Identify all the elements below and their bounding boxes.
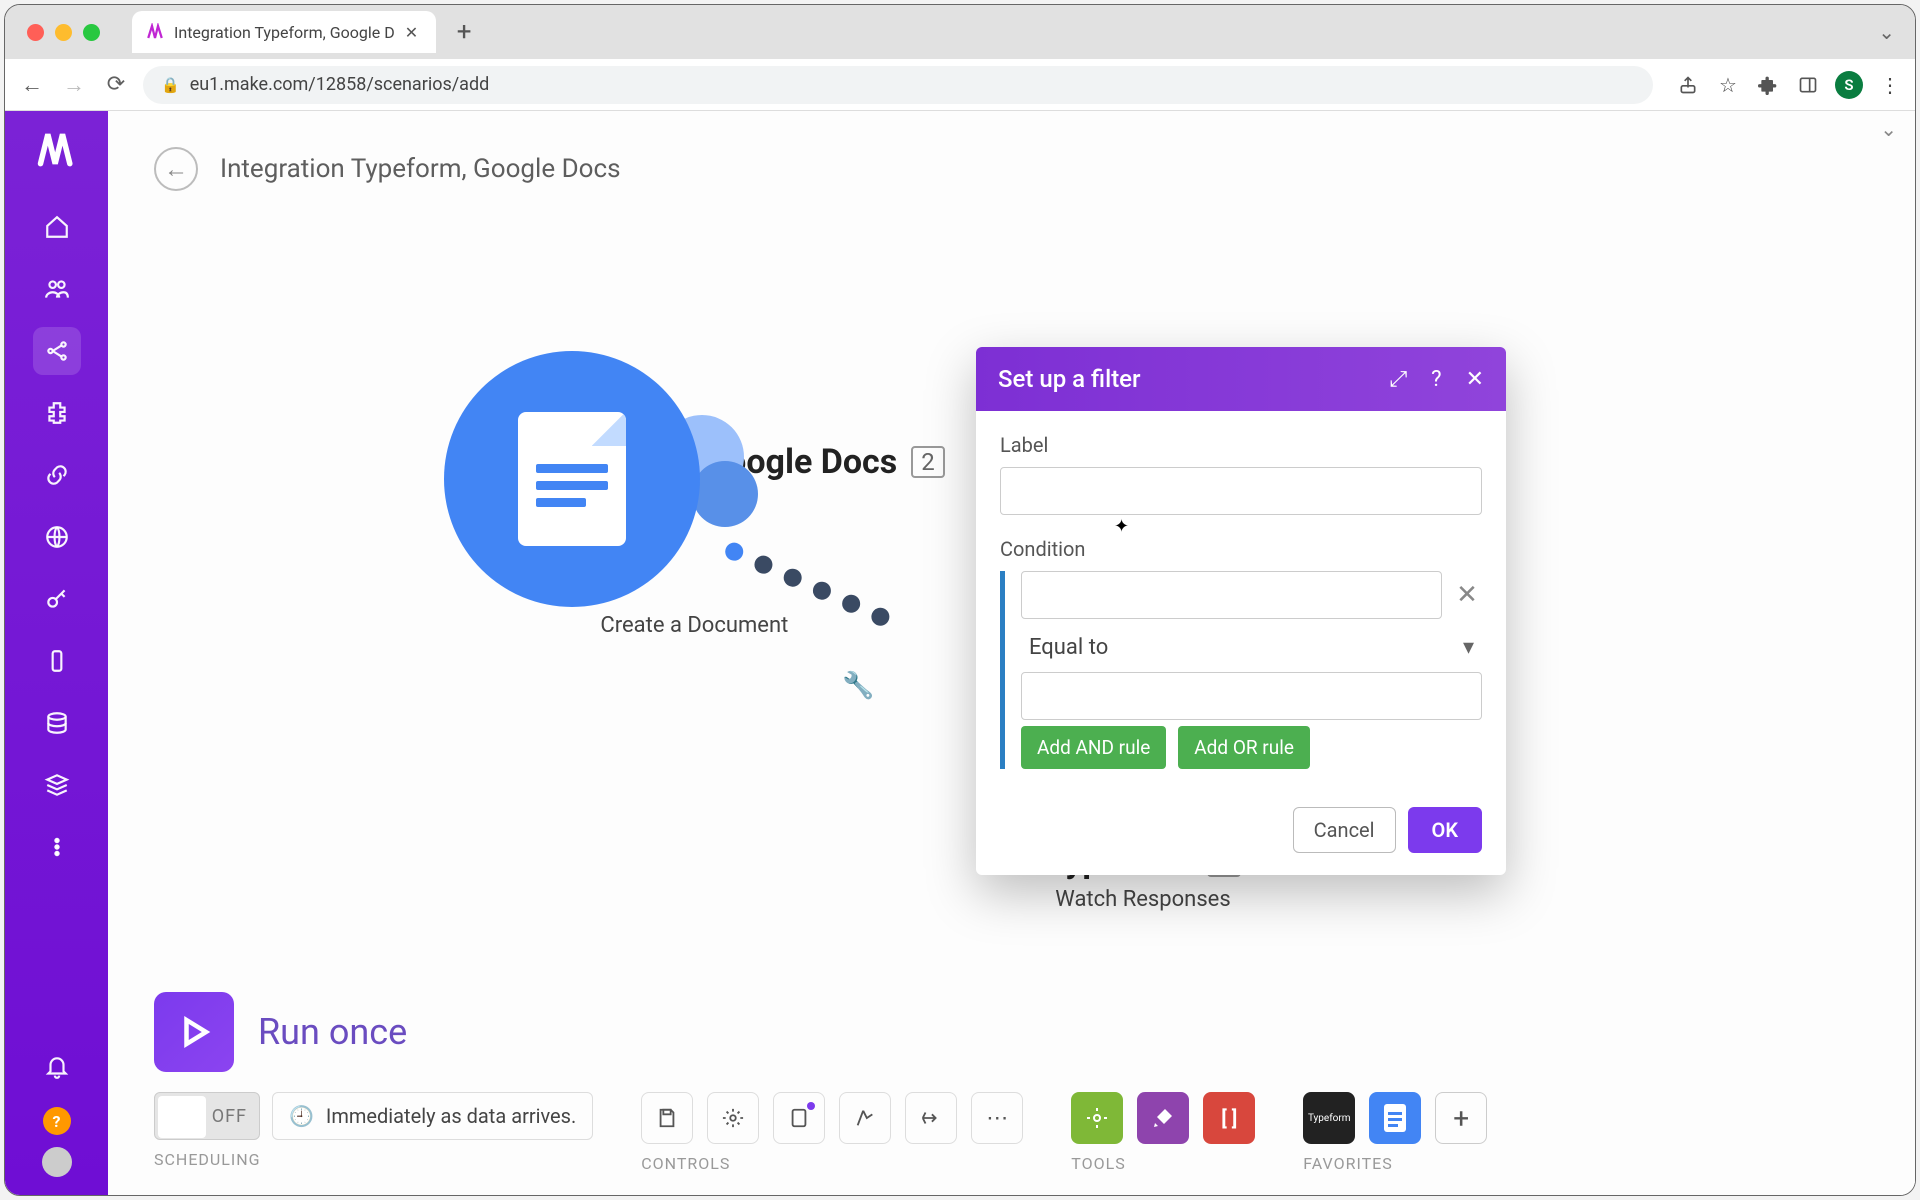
- sidebar-keys-icon[interactable]: [33, 575, 81, 623]
- scheduling-toggle[interactable]: OFF: [154, 1092, 260, 1140]
- favorite-typeform-icon[interactable]: Typeform: [1303, 1092, 1355, 1144]
- condition-left-input[interactable]: [1021, 571, 1442, 619]
- browser-forward-button[interactable]: →: [59, 70, 89, 100]
- tabs-dropdown-icon[interactable]: ⌄: [1878, 20, 1895, 44]
- tool-red-icon[interactable]: [ ]: [1203, 1092, 1255, 1144]
- operator-select[interactable]: Equal to ▾: [1021, 619, 1482, 672]
- share-icon[interactable]: [1675, 72, 1701, 98]
- browser-toolbar: ← → ⟳ 🔒 eu1.make.com/12858/scenarios/add…: [5, 59, 1915, 111]
- run-once-label: Run once: [258, 1011, 407, 1053]
- sidebar-datastores-icon[interactable]: [33, 699, 81, 747]
- notes-icon[interactable]: [773, 1092, 825, 1144]
- sidebar-scenarios-icon[interactable]: [33, 327, 81, 375]
- sidepanel-icon[interactable]: [1795, 72, 1821, 98]
- add-or-rule-button[interactable]: Add OR rule: [1178, 726, 1310, 769]
- more-controls-icon[interactable]: ⋯: [971, 1092, 1023, 1144]
- module-subtitle: Watch Responses: [988, 887, 1298, 912]
- favorites-section-label: FAVORITES: [1303, 1154, 1487, 1173]
- tool-purple-icon[interactable]: [1137, 1092, 1189, 1144]
- help-icon[interactable]: ?: [1431, 367, 1441, 392]
- browser-tab[interactable]: Integration Typeform, Google D ✕: [132, 11, 436, 53]
- make-logo-icon[interactable]: [31, 123, 83, 175]
- module-shadow-icon: [692, 461, 758, 527]
- wrench-icon[interactable]: 🔧: [842, 671, 874, 701]
- make-favicon-icon: [146, 23, 164, 41]
- clock-icon: 🕘: [289, 1104, 314, 1128]
- sidebar-help-icon[interactable]: ?: [43, 1107, 71, 1135]
- save-icon[interactable]: [641, 1092, 693, 1144]
- window-chrome: Integration Typeform, Google D ✕ + ⌄: [5, 5, 1915, 59]
- expand-icon[interactable]: ⤢: [1390, 367, 1408, 392]
- filter-dialog: Set up a filter ⤢ ? ✕ Label Condition: [976, 347, 1506, 875]
- window-close-icon[interactable]: [27, 24, 44, 41]
- label-field-label: Label: [1000, 433, 1482, 457]
- bookmark-star-icon[interactable]: ☆: [1715, 72, 1741, 98]
- bottom-toolbar: Run once OFF 🕘 Immediately as data arriv…: [108, 992, 1915, 1195]
- browser-back-button[interactable]: ←: [17, 70, 47, 100]
- ok-button[interactable]: OK: [1408, 807, 1482, 853]
- sidebar-team-icon[interactable]: [33, 265, 81, 313]
- sidebar-datastructures-icon[interactable]: [33, 761, 81, 809]
- chevron-down-icon: ▾: [1463, 635, 1474, 660]
- add-and-rule-button[interactable]: Add AND rule: [1021, 726, 1166, 769]
- app-sidebar: ?: [5, 111, 108, 1195]
- extensions-icon[interactable]: [1755, 72, 1781, 98]
- scheduling-section-label: SCHEDULING: [154, 1150, 593, 1169]
- cancel-button[interactable]: Cancel: [1293, 807, 1396, 853]
- new-tab-button[interactable]: +: [448, 17, 480, 47]
- browser-reload-button[interactable]: ⟳: [101, 70, 131, 100]
- sidebar-webhooks-icon[interactable]: [33, 513, 81, 561]
- google-docs-icon[interactable]: [444, 351, 700, 607]
- window-minimize-icon[interactable]: [55, 24, 72, 41]
- browser-menu-icon[interactable]: ⋮: [1877, 72, 1903, 98]
- sidebar-templates-icon[interactable]: [33, 389, 81, 437]
- window-zoom-icon[interactable]: [83, 24, 100, 41]
- condition-field-label: Condition: [1000, 537, 1482, 561]
- sidebar-user-avatar[interactable]: [42, 1147, 72, 1177]
- scheduling-desc-text: Immediately as data arrives.: [326, 1104, 576, 1128]
- run-once-button[interactable]: [154, 992, 234, 1072]
- explain-flow-icon[interactable]: [905, 1092, 957, 1144]
- tools-section-label: TOOLS: [1071, 1154, 1255, 1173]
- sidebar-more-icon[interactable]: [33, 823, 81, 871]
- traffic-lights: [27, 24, 100, 41]
- dialog-header[interactable]: Set up a filter ⤢ ? ✕: [976, 347, 1506, 411]
- sidebar-notifications-icon[interactable]: [33, 1043, 81, 1091]
- module-google-docs[interactable]: Google Docs 2 Create a Document: [444, 351, 945, 638]
- sidebar-devices-icon[interactable]: [33, 637, 81, 685]
- tab-title: Integration Typeform, Google D: [174, 23, 395, 42]
- favorite-google-docs-icon[interactable]: [1369, 1092, 1421, 1144]
- operator-value: Equal to: [1029, 635, 1108, 660]
- scheduling-description[interactable]: 🕘 Immediately as data arrives.: [272, 1092, 593, 1140]
- tool-green-icon[interactable]: [1071, 1092, 1123, 1144]
- address-bar[interactable]: 🔒 eu1.make.com/12858/scenarios/add: [143, 66, 1653, 104]
- sidebar-home-icon[interactable]: [33, 203, 81, 251]
- close-icon[interactable]: ✕: [1466, 367, 1484, 392]
- settings-icon[interactable]: [707, 1092, 759, 1144]
- controls-section-label: CONTROLS: [641, 1154, 1023, 1173]
- module-index-badge: 2: [911, 446, 945, 478]
- condition-right-input[interactable]: [1021, 672, 1482, 720]
- scenario-canvas[interactable]: ⌄ ← Integration Typeform, Google Docs: [108, 111, 1915, 1195]
- scheduling-state: OFF: [212, 1106, 247, 1127]
- lock-icon: 🔒: [161, 76, 180, 94]
- label-input[interactable]: [1000, 467, 1482, 515]
- condition-group: ✕ Equal to ▾ Add AND rule Add OR rule: [1000, 571, 1482, 769]
- remove-condition-icon[interactable]: ✕: [1452, 580, 1482, 610]
- dialog-title: Set up a filter: [998, 365, 1141, 393]
- profile-avatar[interactable]: S: [1835, 71, 1863, 99]
- tab-close-icon[interactable]: ✕: [405, 23, 418, 42]
- add-favorite-button[interactable]: +: [1435, 1092, 1487, 1144]
- autoalign-icon[interactable]: [839, 1092, 891, 1144]
- sidebar-connections-icon[interactable]: [33, 451, 81, 499]
- url-text: eu1.make.com/12858/scenarios/add: [190, 74, 490, 95]
